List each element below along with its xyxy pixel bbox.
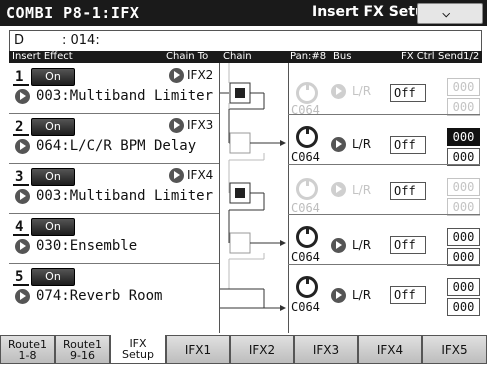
send1-field[interactable]: 000 (447, 178, 480, 196)
ifx1-on-button[interactable]: On (31, 68, 75, 86)
bus-arrow-icon[interactable] (331, 182, 346, 197)
effect-select-arrow-icon[interactable] (15, 89, 30, 104)
chain-to-label: IFX4 (187, 168, 214, 182)
header-insert-effect: Insert Effect (12, 51, 73, 62)
header-send: Send1/2 (438, 51, 480, 62)
chevron-down-icon: ⌵ (442, 5, 451, 21)
chain-to-label: IFX3 (187, 118, 214, 132)
bus-arrow-icon[interactable] (331, 84, 346, 99)
bus-arrow-icon[interactable] (331, 137, 346, 152)
tab-ifx2[interactable]: IFX2 (230, 335, 294, 364)
effect-select-arrow-icon[interactable] (15, 289, 30, 304)
ifx5-effect-name[interactable]: 074:Reverb Room (36, 288, 162, 304)
pan-knob-icon[interactable] (296, 178, 318, 200)
ifx5-on-button[interactable]: On (31, 268, 75, 286)
pan-knob-icon[interactable] (296, 82, 318, 104)
bus-value: L/R (352, 137, 372, 151)
effect-select-arrow-icon[interactable] (15, 139, 30, 154)
pan-knob-icon[interactable] (296, 226, 318, 248)
slot-number: 5 (15, 269, 24, 285)
bus-value: L/R (352, 84, 372, 98)
send1-field[interactable]: 000 (447, 228, 480, 246)
chain-box-4[interactable] (229, 232, 251, 254)
chain-to-arrow-icon[interactable] (169, 118, 184, 133)
bus-arrow-icon[interactable] (331, 238, 346, 253)
header-bus: Bus (333, 51, 352, 62)
tab-route1-1-8[interactable]: Route1 1-8 (0, 335, 55, 364)
effect-select-arrow-icon[interactable] (15, 189, 30, 204)
ifx-setup-screen: COMBI P8-1:IFX Insert FX Setup ⌵ D : 014… (0, 0, 487, 365)
ifx2-on-button[interactable]: On (31, 118, 75, 136)
tab-ifx3[interactable]: IFX3 (294, 335, 358, 364)
header-chain-to: Chain To (166, 51, 209, 62)
slot-number: 4 (15, 219, 24, 235)
ifx-slot-2: 2 On IFX3 064:L/C/R BPM Delay (9, 114, 219, 164)
mode-title: COMBI P8-1:IFX (6, 4, 140, 22)
effect-select-arrow-icon[interactable] (15, 239, 30, 254)
pan-value: C064 (291, 300, 320, 314)
ifx2-effect-name[interactable]: 064:L/C/R BPM Delay (36, 138, 196, 154)
send1-field[interactable]: 000 (447, 128, 480, 146)
column-header: Insert Effect Chain To Chain Pan:#8 Bus … (9, 51, 482, 63)
ifx-slot-1: 1 On IFX2 003:Multiband Limiter (9, 64, 219, 114)
header-fx-ctrl: FX Ctrl (401, 51, 435, 62)
chain-box-2[interactable] (229, 132, 251, 154)
chain-to-arrow-icon[interactable] (169, 168, 184, 183)
send2-field[interactable]: 000 (447, 298, 480, 316)
send1-field[interactable]: 000 (447, 78, 480, 96)
tab-route1-9-16[interactable]: Route1 9-16 (55, 335, 110, 364)
bus-value: L/R (352, 288, 372, 302)
pan-knob-icon[interactable] (296, 276, 318, 298)
ifx-slot-4: 4 On 030:Ensemble (9, 214, 219, 264)
tab-ifx1[interactable]: IFX1 (166, 335, 230, 364)
bus-arrow-icon[interactable] (331, 288, 346, 303)
page-menu-button[interactable]: ⌵ (417, 3, 483, 24)
title-bar: COMBI P8-1:IFX Insert FX Setup ⌵ (0, 0, 487, 26)
send1-field[interactable]: 000 (447, 278, 480, 296)
chain-routing-diagram (220, 63, 286, 311)
chain-to-label: IFX2 (187, 68, 214, 82)
ifx4-on-button[interactable]: On (31, 218, 75, 236)
ifx4-effect-name[interactable]: 030:Ensemble (36, 238, 137, 254)
header-chain: Chain (223, 51, 252, 62)
ifx-slot-3: 3 On IFX4 003:Multiband Limiter (9, 164, 219, 214)
page-tabs: Route1 1-8 Route1 9-16 IFX Setup IFX1 IF… (0, 335, 487, 365)
fx-ctrl-field[interactable]: Off (390, 286, 426, 304)
chain-diagram (219, 63, 289, 333)
bus-value: L/R (352, 238, 372, 252)
fx-ctrl-field[interactable]: Off (390, 136, 426, 154)
pan-value: C064 (291, 201, 320, 215)
slot-number: 1 (15, 69, 24, 85)
tab-ifx-setup[interactable]: IFX Setup (110, 335, 166, 364)
bank-letter: D (14, 33, 25, 48)
pan-value: C064 (291, 250, 320, 264)
ifx3-on-button[interactable]: On (31, 168, 75, 186)
chain-to-arrow-icon[interactable] (169, 68, 184, 83)
header-pan: Pan:#8 (290, 51, 327, 62)
combi-number: : 014: (62, 33, 100, 48)
ifx3-effect-name[interactable]: 003:Multiband Limiter (36, 188, 213, 204)
ifx-slot-5: 5 On 074:Reverb Room (9, 264, 219, 313)
combi-name-field[interactable]: D : 014: (9, 30, 482, 52)
fx-ctrl-field[interactable]: Off (390, 236, 426, 254)
pan-knob-icon[interactable] (296, 126, 318, 148)
fx-ctrl-field[interactable]: Off (390, 182, 426, 200)
slot-number: 3 (15, 169, 24, 185)
slot-number: 2 (15, 119, 24, 135)
fx-ctrl-field[interactable]: Off (390, 84, 426, 102)
pan-value: C064 (291, 150, 320, 164)
tab-ifx5[interactable]: IFX5 (422, 335, 487, 364)
ifx1-effect-name[interactable]: 003:Multiband Limiter (36, 88, 213, 104)
bus-value: L/R (352, 183, 372, 197)
tab-ifx4[interactable]: IFX4 (358, 335, 422, 364)
